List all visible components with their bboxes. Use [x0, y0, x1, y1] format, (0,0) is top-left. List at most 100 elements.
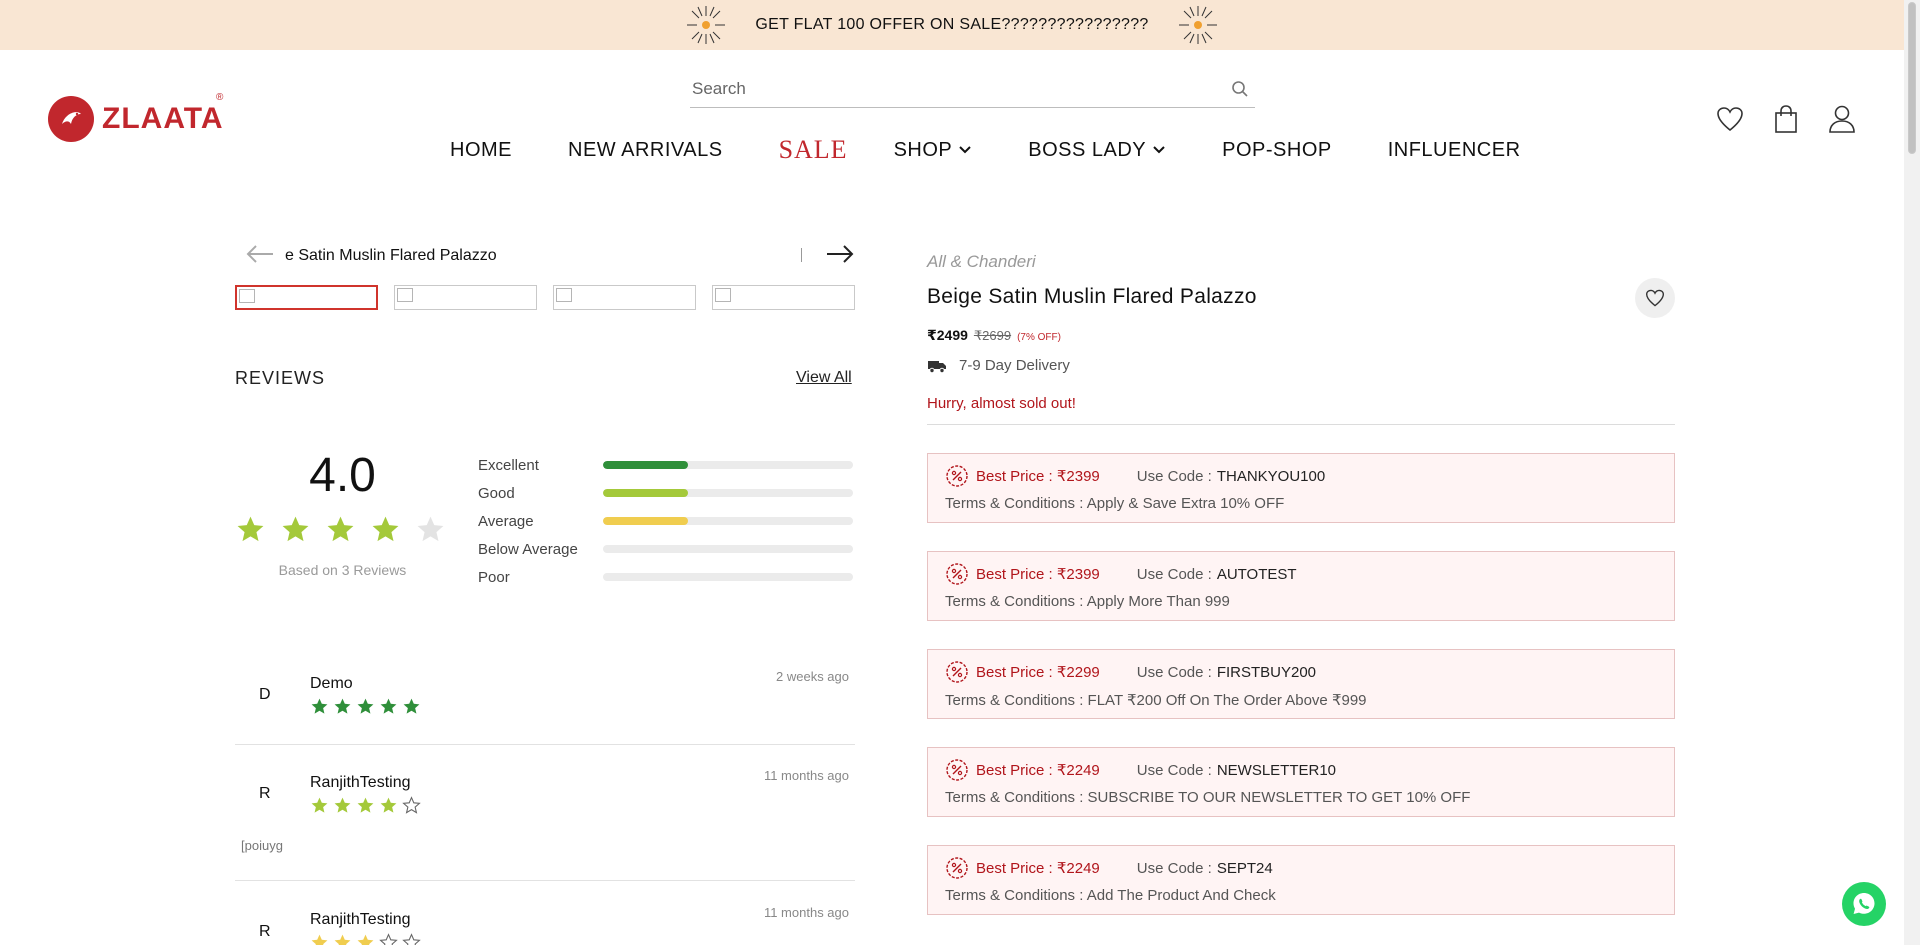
product-collection[interactable]: All & Chanderi	[927, 252, 1036, 272]
offer-card[interactable]: Best Price : ₹2399 Use Code : THANKYOU10…	[927, 453, 1675, 523]
announcement-bar: GET FLAT 100 OFFER ON SALE??????????????…	[0, 0, 1904, 50]
rating-bar-row: Below Average	[478, 535, 853, 563]
offer-code: SEPT24	[1216, 859, 1273, 877]
offer-terms: Terms & Conditions : Apply & Save Extra …	[945, 495, 1285, 512]
registered-mark: ®	[216, 92, 224, 103]
review-text: [poiuyg	[241, 838, 283, 853]
original-price: ₹2699	[973, 328, 1012, 343]
nav-pop-shop[interactable]: POP-SHOP	[1222, 139, 1332, 162]
rating-bar-label: Poor	[478, 568, 510, 586]
whatsapp-chat-button[interactable]	[1842, 882, 1886, 926]
average-star-rating	[235, 514, 446, 545]
divider	[927, 424, 1675, 425]
review-date: 11 months ago	[763, 905, 849, 920]
thumbnail-strip	[235, 285, 855, 310]
review-item: R RanjithTesting 11 months ago [poiuyg	[235, 745, 855, 881]
broken-image-icon	[556, 288, 572, 302]
reviews-heading: REVIEWS	[235, 368, 326, 388]
star-empty-icon	[379, 933, 398, 945]
review-item: R RanjithTesting 11 months ago	[235, 881, 855, 945]
product-title: Beige Satin Muslin Flared Palazzo	[927, 285, 1257, 308]
search-bar	[690, 70, 1255, 108]
announcement-text: GET FLAT 100 OFFER ON SALE??????????????…	[755, 16, 1149, 33]
offer-line: Best Price : ₹2249 Use Code : SEPT24	[945, 856, 1273, 880]
page-scrollbar[interactable]	[1904, 0, 1920, 945]
review-item: D Demo 2 weeks ago	[235, 655, 855, 745]
offer-card[interactable]: Best Price : ₹2249 Use Code : NEWSLETTER…	[927, 747, 1675, 817]
rating-bar-row: Poor	[478, 563, 853, 591]
search-icon[interactable]	[1231, 80, 1249, 98]
nav-shop[interactable]: SHOP	[894, 139, 973, 162]
nav-home[interactable]: HOME	[450, 139, 512, 162]
star-filled-icon	[403, 698, 420, 714]
review-stars	[310, 697, 421, 716]
wishlist-button[interactable]	[1635, 278, 1675, 318]
star-filled-icon	[311, 797, 328, 813]
nav-boss-lady[interactable]: BOSS LADY	[1028, 139, 1166, 162]
offer-best-price: Best Price : ₹2249	[976, 860, 1100, 877]
search-input[interactable]	[690, 78, 1255, 99]
discount-icon	[946, 661, 968, 683]
offer-terms: Terms & Conditions : FLAT ₹200 Off On Th…	[945, 692, 1367, 709]
review-date: 11 months ago	[763, 768, 849, 783]
star-filled-icon	[372, 516, 399, 542]
rating-bar-track	[603, 517, 853, 525]
rating-bar-row: Good	[478, 479, 853, 507]
offer-line: Best Price : ₹2399 Use Code : THANKYOU10…	[945, 464, 1325, 488]
nav-influencer[interactable]: INFLUENCER	[1388, 139, 1521, 162]
discount-icon	[946, 857, 968, 879]
gallery-product-title: e Satin Muslin Flared Palazzo	[285, 247, 497, 264]
offer-code-label: Use Code :	[1136, 467, 1212, 485]
offer-card[interactable]: Best Price : ₹2399 Use Code : AUTOTEST T…	[927, 551, 1675, 621]
star-filled-icon	[357, 934, 374, 945]
arrow-left-icon[interactable]	[245, 244, 275, 264]
thumbnail[interactable]	[712, 285, 855, 310]
nav-sale[interactable]: SALE	[779, 135, 848, 165]
reviewer-initial: D	[259, 686, 271, 703]
discount-badge: (7% OFF)	[1017, 332, 1061, 343]
product-page: GET FLAT 100 OFFER ON SALE??????????????…	[0, 0, 1920, 945]
rating-bar-label: Good	[478, 484, 515, 502]
rating-bar-label: Excellent	[478, 456, 539, 474]
rating-bar-label: Below Average	[478, 540, 578, 558]
discount-icon	[946, 465, 968, 487]
offer-line: Best Price : ₹2249 Use Code : NEWSLETTER…	[945, 758, 1336, 782]
review-stars	[310, 933, 421, 945]
star-filled-icon	[334, 797, 351, 813]
reviewer-name: Demo	[310, 675, 353, 692]
star-filled-icon	[237, 516, 264, 542]
user-icon[interactable]	[1827, 103, 1857, 135]
broken-image-icon	[397, 288, 413, 302]
delivery-info: 7-9 Day Delivery	[927, 357, 1070, 374]
offer-terms: Terms & Conditions : Add The Product And…	[945, 887, 1276, 904]
offer-best-price: Best Price : ₹2399	[976, 468, 1100, 485]
nav-new-arrivals[interactable]: NEW ARRIVALS	[568, 139, 723, 162]
rating-bar-label: Average	[478, 512, 534, 530]
offer-card[interactable]: Best Price : ₹2249 Use Code : SEPT24 Ter…	[927, 845, 1675, 915]
thumbnail[interactable]	[394, 285, 537, 310]
thumbnail[interactable]	[235, 285, 378, 310]
main-nav: HOME NEW ARRIVALS SALE SHOP BOSS LADY PO…	[450, 135, 1577, 165]
arrow-right-icon[interactable]	[825, 244, 855, 264]
thumbnail[interactable]	[553, 285, 696, 310]
rating-bar-fill	[603, 461, 688, 469]
brand-name: ZLAATA	[102, 102, 224, 135]
rating-bar-track	[603, 545, 853, 553]
star-empty-icon	[417, 516, 444, 542]
average-rating: 4.0	[309, 449, 376, 502]
bird-logo-icon	[48, 96, 94, 142]
heart-icon[interactable]	[1715, 103, 1745, 135]
shopping-bag-icon[interactable]	[1771, 103, 1801, 135]
view-all-reviews-link[interactable]: View All	[796, 369, 852, 387]
offer-line: Best Price : ₹2399 Use Code : AUTOTEST	[945, 562, 1297, 586]
caption-divider	[801, 248, 802, 262]
offer-card[interactable]: Best Price : ₹2299 Use Code : FIRSTBUY20…	[927, 649, 1675, 719]
heart-icon	[1645, 289, 1665, 307]
offer-code: THANKYOU100	[1216, 467, 1326, 485]
star-filled-icon	[357, 797, 374, 813]
stock-warning: Hurry, almost sold out!	[927, 395, 1076, 412]
offer-best-price: Best Price : ₹2299	[976, 664, 1100, 681]
brand-logo[interactable]: ZLAATA ®	[48, 92, 224, 142]
scrollbar-thumb[interactable]	[1908, 2, 1916, 154]
whatsapp-icon	[1853, 893, 1875, 914]
